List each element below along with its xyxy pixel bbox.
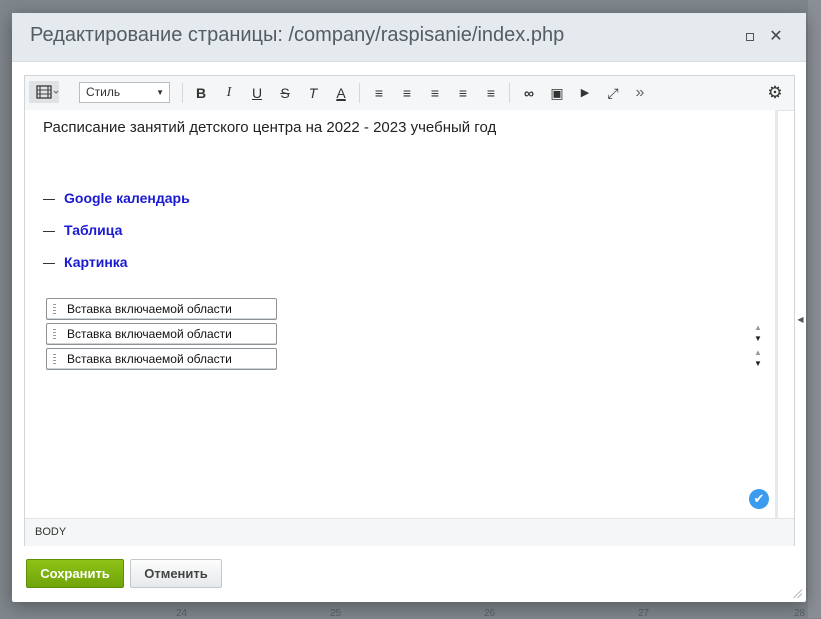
toolbar-divider (509, 83, 510, 103)
text-color-button[interactable]: A (331, 83, 351, 103)
list-item: Google календарь (43, 190, 190, 206)
drag-handle-icon[interactable] (53, 329, 56, 339)
editor-content-area[interactable]: Расписание занятий детского центра на 20… (25, 110, 775, 518)
style-select-value: Стиль (86, 85, 121, 99)
close-button[interactable]: ✕ (769, 29, 783, 45)
google-calendar-link[interactable]: Google календарь (64, 190, 190, 206)
outdent-button[interactable]: ≡ (453, 83, 473, 103)
chevron-down-icon: ▼ (156, 88, 164, 97)
align-button[interactable]: ≡ (481, 83, 501, 103)
intro-paragraph: Расписание занятий детского центра на 20… (43, 119, 497, 136)
check-icon[interactable]: ✔ (749, 489, 769, 509)
background-number: 27 (638, 608, 650, 619)
list-item: Картинка (43, 254, 128, 270)
element-path[interactable]: BODY (35, 526, 66, 538)
picture-link[interactable]: Картинка (64, 254, 128, 270)
remove-format-button[interactable]: T (303, 83, 323, 103)
chevron-up-icon[interactable]: ▲ (752, 347, 764, 358)
italic-icon: I (226, 85, 232, 100)
chevron-left-icon: ◀ (797, 315, 804, 324)
dash-marker (43, 230, 55, 232)
resize-handle-icon[interactable] (792, 588, 802, 598)
underline-button[interactable]: U (247, 83, 267, 103)
cancel-button[interactable]: Отменить (130, 559, 222, 588)
strikethrough-icon: S (280, 85, 290, 101)
video-button[interactable]: ▶ (574, 83, 596, 103)
underline-icon: U (251, 85, 263, 101)
background-number: 26 (484, 608, 496, 619)
include-area-block[interactable]: Вставка включаемой области (46, 348, 277, 370)
editor-statusbar: BODY (25, 518, 794, 546)
align-icon: ≡ (486, 85, 496, 101)
image-button[interactable]: ▣ (546, 83, 568, 103)
unordered-list-button[interactable]: ≡ (397, 83, 417, 103)
settings-button[interactable]: ⚙ (763, 83, 787, 103)
link-button[interactable]: ∞ (518, 83, 540, 103)
side-panel-toggle[interactable]: ◀ (795, 313, 806, 327)
maximize-icon (746, 33, 754, 41)
background-calendar-numbers: 24 25 26 27 28 (0, 608, 821, 619)
italic-button[interactable]: I (219, 83, 239, 103)
gear-icon: ⚙ (767, 83, 783, 102)
include-area-label: Вставка включаемой области (67, 302, 232, 316)
dialog-title: Редактирование страницы: /company/raspis… (30, 24, 565, 46)
drag-handle-icon[interactable] (53, 304, 56, 314)
unordered-list-icon: ≡ (402, 85, 412, 101)
spinner-control[interactable]: ▲ ▼ (752, 322, 764, 344)
style-select[interactable]: Стиль ▼ (79, 82, 170, 103)
ordered-list-icon: ≡ (374, 85, 384, 101)
editor-mode-button[interactable] (29, 81, 59, 103)
dialog-titlebar[interactable]: Редактирование страницы: /company/raspis… (12, 13, 806, 62)
image-icon: ▣ (550, 85, 564, 101)
drag-handle-icon[interactable] (53, 354, 56, 364)
editor-toolbar: Стиль ▼ B I U S T A ≡ ≡ ≡ ≡ ≡ ∞ ▣ ▶ ⤢ » … (25, 76, 794, 111)
list-item: Таблица (43, 222, 122, 238)
ordered-list-button[interactable]: ≡ (369, 83, 389, 103)
background-page-edge (808, 0, 821, 618)
chevron-up-icon[interactable]: ▲ (752, 322, 764, 333)
save-button[interactable]: Сохранить (26, 559, 124, 588)
include-area-block[interactable]: Вставка включаемой области (46, 323, 277, 345)
chevron-down-icon[interactable]: ▼ (752, 358, 764, 369)
dash-marker (43, 198, 55, 200)
toolbar-divider (182, 83, 183, 103)
outdent-icon: ≡ (458, 85, 468, 101)
fullscreen-icon: ⤢ (607, 85, 619, 101)
strikethrough-button[interactable]: S (275, 83, 295, 103)
include-area-label: Вставка включаемой области (67, 327, 232, 341)
video-icon: ▶ (580, 87, 590, 99)
chevron-down-icon[interactable]: ▼ (752, 333, 764, 344)
remove-format-icon: T (308, 85, 318, 101)
include-area-label: Вставка включаемой области (67, 352, 232, 366)
indent-icon: ≡ (430, 85, 440, 101)
more-icon: » (635, 84, 645, 101)
dash-marker (43, 262, 55, 264)
vertical-scrollbar[interactable] (775, 110, 778, 518)
more-button[interactable]: » (630, 83, 650, 103)
text-color-icon: A (336, 85, 346, 101)
fullscreen-button[interactable]: ⤢ (602, 83, 624, 103)
include-area-block[interactable]: Вставка включаемой области (46, 298, 277, 320)
spinner-control[interactable]: ▲ ▼ (752, 347, 764, 369)
html-editor: Стиль ▼ B I U S T A ≡ ≡ ≡ ≡ ≡ ∞ ▣ ▶ ⤢ » … (24, 75, 795, 546)
background-number: 28 (794, 608, 806, 619)
background-number: 24 (176, 608, 188, 619)
table-link[interactable]: Таблица (64, 222, 122, 238)
toolbar-divider (359, 83, 360, 103)
bold-button[interactable]: B (191, 83, 211, 103)
link-icon: ∞ (524, 85, 534, 101)
edit-page-dialog: Редактирование страницы: /company/raspis… (12, 13, 806, 602)
code-view-icon (36, 85, 59, 99)
bold-icon: B (195, 85, 207, 101)
maximize-button[interactable] (743, 30, 757, 44)
indent-button[interactable]: ≡ (425, 83, 445, 103)
background-number: 25 (330, 608, 342, 619)
